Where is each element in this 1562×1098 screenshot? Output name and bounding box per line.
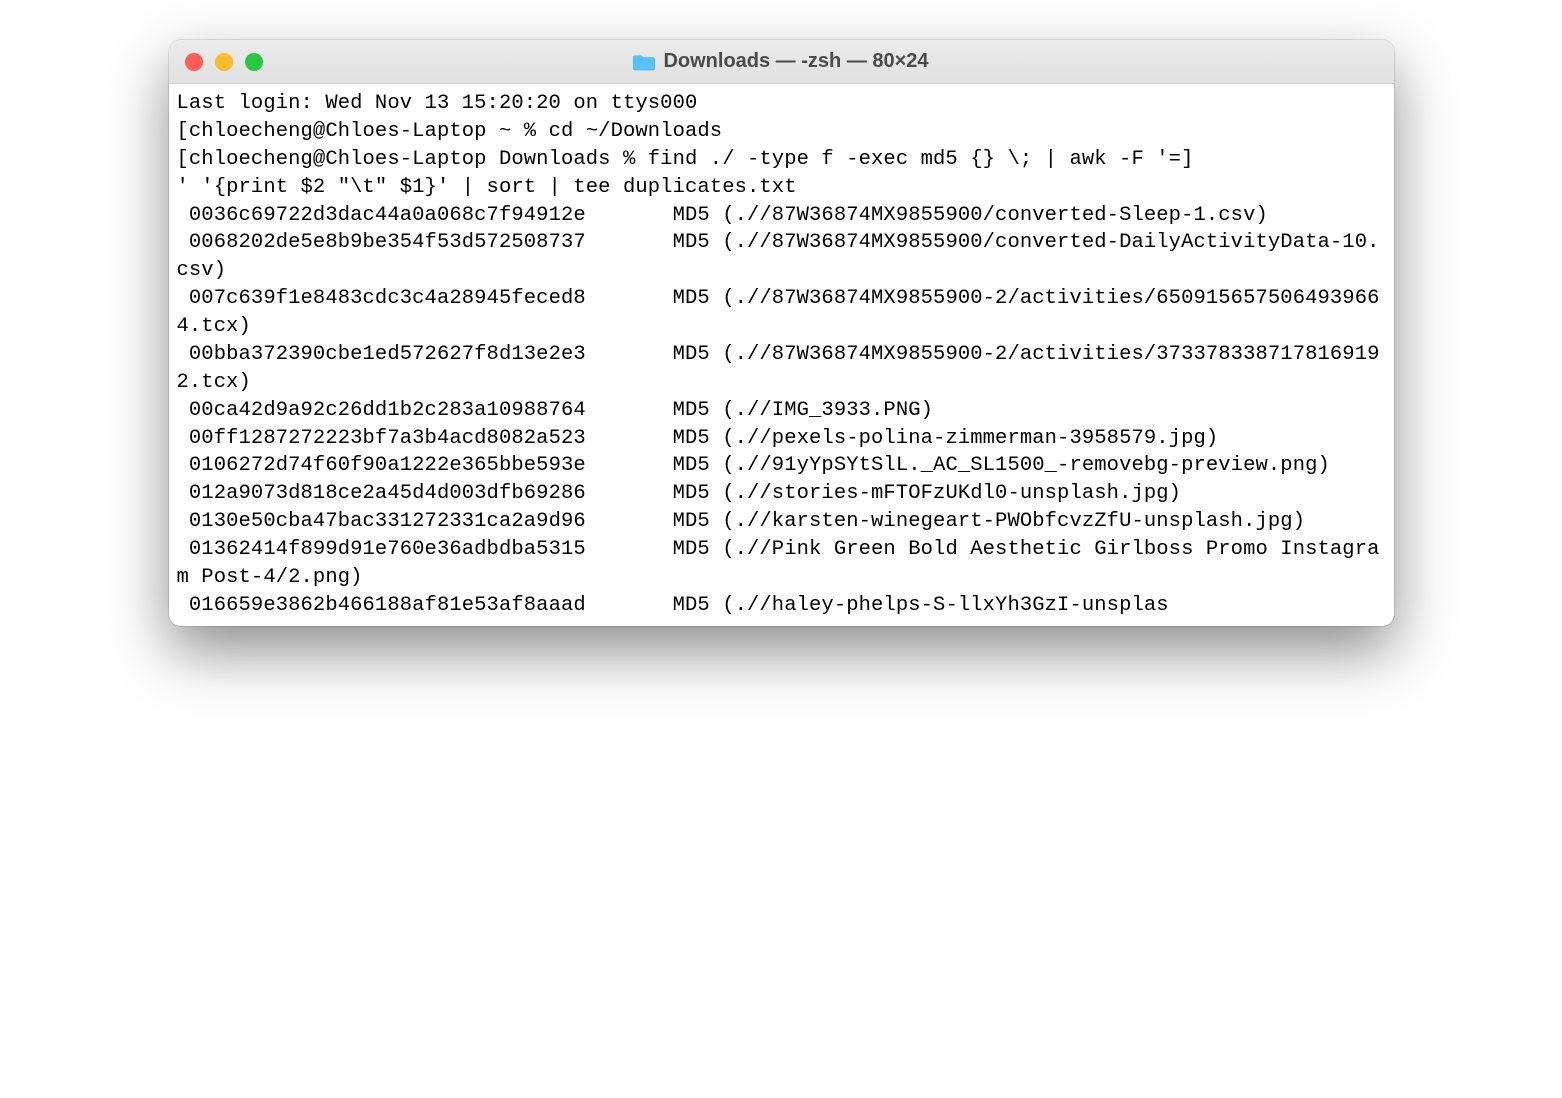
command-2b: ' '{print $2 "\t" $1}' | sort | tee dupl… <box>177 176 797 199</box>
output-line: 00ff1287272223bf7a3b4acd8082a523 MD5 (./… <box>177 427 1219 450</box>
window-title-wrap: Downloads — -zsh — 80×24 <box>169 50 1394 73</box>
window-title: Downloads — -zsh — 80×24 <box>663 50 928 73</box>
output-line: 007c639f1e8483cdc3c4a28945feced8 MD5 (./… <box>177 287 1380 338</box>
output-line: 0106272d74f60f90a1222e365bbe593e MD5 (./… <box>177 454 1330 477</box>
minimize-button[interactable] <box>215 53 233 71</box>
prompt-bracket-open: [ <box>177 148 189 171</box>
last-login-line: Last login: Wed Nov 13 15:20:20 on ttys0… <box>177 92 698 115</box>
prompt-bracket-close: ] <box>1181 148 1193 171</box>
output-line: 0068202de5e8b9be354f53d572508737 MD5 (./… <box>177 231 1380 282</box>
output-line: 0130e50cba47bac331272331ca2a9d96 MD5 (./… <box>177 510 1306 533</box>
command-1: cd ~/Downloads <box>549 120 723 143</box>
window-controls <box>185 53 263 71</box>
output-line: 012a9073d818ce2a45d4d003dfb69286 MD5 (./… <box>177 482 1182 505</box>
output-line: 0036c69722d3dac44a0a068c7f94912e MD5 (./… <box>177 204 1268 227</box>
folder-icon <box>633 53 655 71</box>
prompt-1: chloecheng@Chloes-Laptop ~ % <box>189 120 549 143</box>
terminal-output[interactable]: Last login: Wed Nov 13 15:20:20 on ttys0… <box>169 84 1394 626</box>
output-line: 016659e3862b466188af81e53af8aaad MD5 (./… <box>177 594 1169 617</box>
close-button[interactable] <box>185 53 203 71</box>
maximize-button[interactable] <box>245 53 263 71</box>
prompt-2: chloecheng@Chloes-Laptop Downloads % <box>189 148 648 171</box>
output-line: 00ca42d9a92c26dd1b2c283a10988764 MD5 (./… <box>177 399 934 422</box>
command-2a: find ./ -type f -exec md5 {} \; | awk -F… <box>648 148 1181 171</box>
terminal-window: Downloads — -zsh — 80×24 Last login: Wed… <box>169 40 1394 626</box>
output-line: 00bba372390cbe1ed572627f8d13e2e3 MD5 (./… <box>177 343 1380 394</box>
prompt-bracket-open: [ <box>177 120 189 143</box>
output-line: 01362414f899d91e760e36adbdba5315 MD5 (./… <box>177 538 1380 589</box>
titlebar[interactable]: Downloads — -zsh — 80×24 <box>169 40 1394 84</box>
